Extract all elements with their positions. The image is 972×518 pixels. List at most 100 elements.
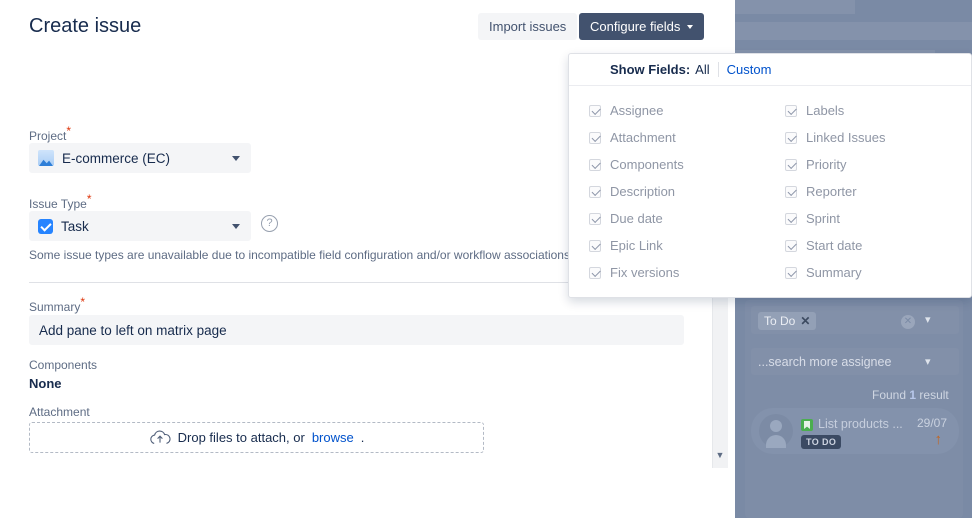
- card-title: List products ...: [818, 417, 903, 431]
- priority-up-icon: ↑: [934, 431, 943, 448]
- attachment-browse-link[interactable]: browse: [312, 430, 354, 445]
- background-status-chip[interactable]: To Do ✕: [758, 312, 817, 330]
- attachment-dropzone[interactable]: Drop files to attach, or browse.: [29, 422, 484, 453]
- background-issue-card[interactable]: List products ... TO DO 29/07 ↑: [751, 408, 959, 454]
- chevron-down-icon: [687, 24, 694, 29]
- project-label-text: Project: [29, 129, 67, 143]
- configure-field-label: Reporter: [806, 184, 857, 199]
- checkbox-icon[interactable]: [785, 212, 797, 225]
- configure-fields-dropdown: Show Fields: All Custom Assignee Labels At…: [568, 53, 972, 298]
- configure-field-label: Priority: [806, 157, 847, 172]
- screen: To Do ✕ ✕ ▾ ...search more assignee ▾ Fou…: [0, 0, 972, 518]
- issue-type-value: Task: [61, 218, 89, 234]
- checkbox-icon[interactable]: [589, 185, 601, 198]
- configure-field-item[interactable]: Assignee: [569, 97, 765, 124]
- checkbox-icon[interactable]: [785, 185, 797, 198]
- checkbox-icon[interactable]: [589, 104, 601, 117]
- required-marker: *: [66, 124, 72, 138]
- configure-fields-button[interactable]: Configure fields: [579, 13, 705, 40]
- configure-field-item[interactable]: Linked Issues: [765, 124, 961, 151]
- configure-field-item[interactable]: Summary: [765, 259, 961, 286]
- show-fields-label: Show Fields:: [610, 62, 691, 77]
- configure-fields-label: Configure fields: [590, 19, 681, 34]
- required-marker: *: [80, 295, 86, 309]
- project-label: Project*: [29, 125, 71, 143]
- checkbox-icon[interactable]: [589, 266, 601, 279]
- chevron-down-icon[interactable]: ▾: [925, 313, 931, 326]
- configure-field-label: Epic Link: [610, 238, 663, 253]
- cloud-upload-icon: [149, 430, 171, 445]
- checkbox-icon[interactable]: [785, 131, 797, 144]
- background-assignee-placeholder: ...search more assignee: [758, 355, 892, 369]
- clear-filter-icon[interactable]: ✕: [901, 315, 915, 329]
- checkbox-icon[interactable]: [785, 158, 797, 171]
- header-separator: [717, 62, 719, 77]
- story-type-icon: [801, 419, 813, 431]
- configure-field-item[interactable]: Labels: [765, 97, 961, 124]
- scroll-down-arrow-icon[interactable]: ▼: [712, 447, 728, 463]
- checkbox-icon[interactable]: [785, 239, 797, 252]
- task-type-icon: [38, 218, 53, 234]
- configure-field-label: Fix versions: [610, 265, 680, 280]
- configure-field-item[interactable]: Start date: [765, 232, 961, 259]
- project-avatar-icon: [38, 150, 54, 166]
- configure-field-item[interactable]: Epic Link: [569, 232, 765, 259]
- issue-type-select[interactable]: Task: [29, 211, 251, 241]
- import-issues-label: Import issues: [489, 19, 567, 34]
- configure-field-item[interactable]: Sprint: [765, 205, 961, 232]
- checkbox-icon[interactable]: [785, 266, 797, 279]
- checkbox-icon[interactable]: [589, 212, 601, 225]
- configure-field-label: Components: [610, 157, 684, 172]
- chevron-down-icon: [232, 155, 240, 161]
- card-status-badge: TO DO: [801, 435, 842, 449]
- checkbox-icon[interactable]: [589, 131, 601, 144]
- required-marker: *: [86, 192, 92, 206]
- configure-field-item[interactable]: Attachment: [569, 124, 765, 151]
- chevron-down-icon-assignee[interactable]: ▾: [925, 355, 931, 368]
- issue-type-label: Issue Type*: [29, 193, 92, 211]
- checkbox-icon[interactable]: [785, 104, 797, 117]
- issue-type-label-text: Issue Type: [29, 197, 87, 211]
- configure-field-label: Summary: [806, 265, 862, 280]
- summary-input[interactable]: [29, 315, 684, 345]
- configure-field-item[interactable]: Reporter: [765, 178, 961, 205]
- summary-label: Summary*: [29, 296, 85, 314]
- chevron-down-icon: [232, 223, 240, 229]
- background-status-chip-label: To Do: [764, 314, 796, 328]
- configure-field-item[interactable]: Due date: [569, 205, 765, 232]
- found-results-text: Found 1 result: [872, 388, 949, 402]
- configure-field-label: Description: [610, 184, 676, 199]
- configure-field-label: Assignee: [610, 103, 664, 118]
- configure-field-item[interactable]: Description: [569, 178, 765, 205]
- show-fields-custom-option[interactable]: Custom: [727, 62, 772, 77]
- configure-field-label: Start date: [806, 238, 863, 253]
- show-fields-all-option[interactable]: All: [695, 62, 709, 77]
- summary-label-text: Summary: [29, 300, 81, 314]
- components-label: Components: [29, 358, 98, 372]
- configure-field-item[interactable]: Fix versions: [569, 259, 765, 286]
- import-issues-button[interactable]: Import issues: [478, 13, 578, 40]
- attachment-label: Attachment: [29, 405, 90, 419]
- found-suffix: result: [919, 388, 949, 402]
- avatar: [759, 414, 793, 448]
- configure-field-item[interactable]: Priority: [765, 151, 961, 178]
- found-prefix: Found: [872, 388, 907, 402]
- chip-remove-icon[interactable]: ✕: [800, 314, 810, 328]
- configure-fields-list: Assignee Labels Attachment Linked Issues Com…: [569, 86, 971, 286]
- found-count: 1: [909, 388, 917, 402]
- configure-field-label: Sprint: [806, 211, 840, 226]
- attachment-period: .: [360, 430, 365, 445]
- configure-fields-header: Show Fields: All Custom: [569, 54, 971, 86]
- checkbox-icon[interactable]: [589, 239, 601, 252]
- configure-field-label: Linked Issues: [806, 130, 886, 145]
- project-select[interactable]: E-commerce (EC): [29, 143, 251, 173]
- issue-type-hint: Some issue types are unavailable due to …: [29, 248, 574, 262]
- page-title: Create issue: [29, 15, 142, 37]
- components-value: None: [29, 376, 62, 391]
- configure-field-label: Labels: [806, 103, 845, 118]
- attachment-drop-text: Drop files to attach, or: [177, 430, 305, 445]
- configure-field-label: Attachment: [610, 130, 676, 145]
- configure-field-item[interactable]: Components: [569, 151, 765, 178]
- help-icon[interactable]: ?: [261, 215, 278, 232]
- checkbox-icon[interactable]: [589, 158, 601, 171]
